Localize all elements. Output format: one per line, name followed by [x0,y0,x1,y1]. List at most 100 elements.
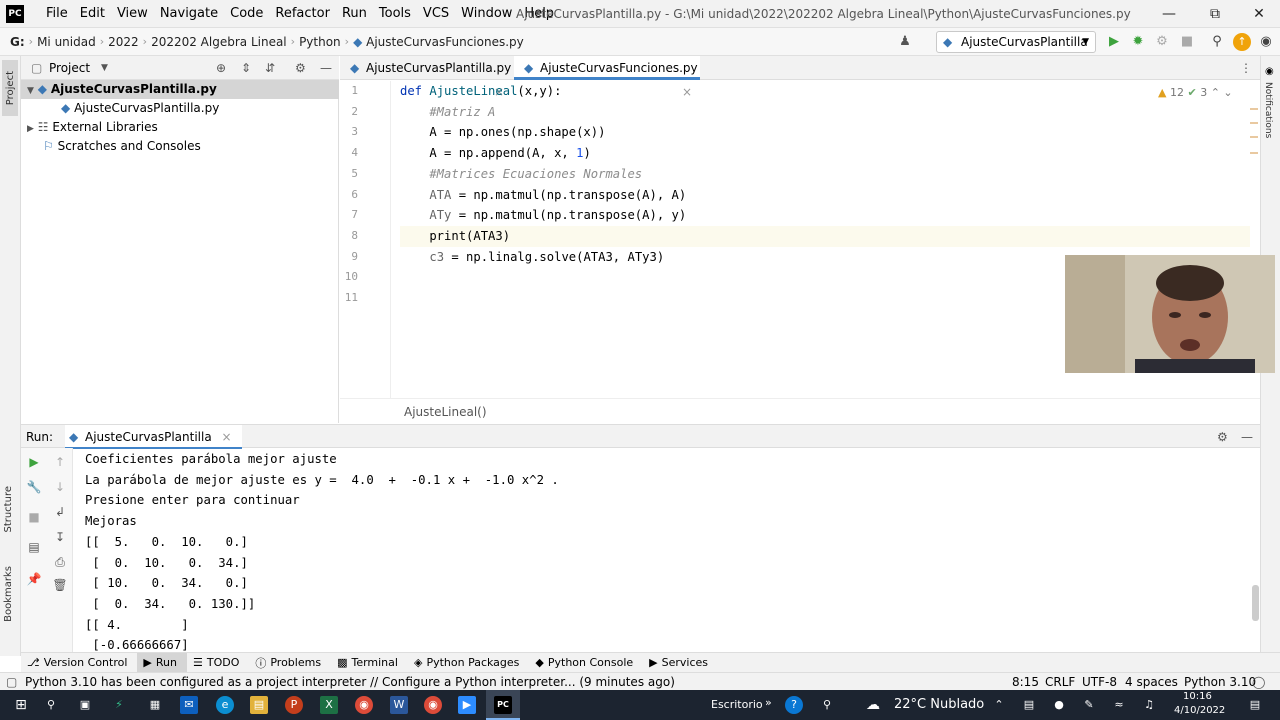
soft-wrap-icon[interactable]: ↲ [51,503,69,521]
search-icon[interactable]: ⚲ [42,696,60,714]
word-icon[interactable]: W [390,696,408,714]
down-arrow-icon[interactable]: ↓ [51,478,69,496]
desktop-label[interactable]: Escritorio [711,690,763,720]
tab-ajustecurvasplantilla[interactable]: ◆ AjusteCurvasPlantilla.py × [340,56,511,99]
crumb-algebra-lineal[interactable]: 202202 Algebra Lineal [147,35,291,49]
status-square-icon[interactable]: ▢ [6,673,17,691]
volume-icon[interactable]: ♫ [1140,696,1158,714]
tab-ajustecurvasfunciones[interactable]: ◆ AjusteCurvasFunciones.py × [514,56,700,99]
help-icon[interactable]: ? [785,696,803,714]
hide-icon[interactable]: — [1241,425,1253,449]
console-scrollbar[interactable] [1252,585,1259,621]
restore-button[interactable]: ⧉ [1192,0,1238,28]
crumb-file[interactable]: ◆ AjusteCurvasFunciones.py [349,35,528,49]
tree-item-scratches[interactable]: ⚐ Scratches and Consoles [43,137,201,156]
tree-item-root[interactable]: ▼ ◆ AjusteCurvasPlantilla.py [21,80,339,99]
app-icon[interactable]: ⚡ [110,696,128,714]
line-separator[interactable]: CRLF [1045,673,1075,691]
user-icon[interactable]: ♟ [896,33,914,51]
wifi-icon[interactable]: ≈ [1110,696,1128,714]
tool-project[interactable]: Project [2,60,18,116]
tool-structure[interactable]: Structure [3,486,14,546]
menu-view[interactable]: View [111,0,154,28]
stop-icon[interactable]: ■ [25,508,43,526]
run-config-tab[interactable]: ◆ AjusteCurvasPlantilla × [65,425,242,449]
crumb-drive[interactable]: G: [0,35,29,49]
chevron-up-icon[interactable]: ⌃ [1211,86,1220,99]
locate-icon[interactable]: ⊕ [216,56,226,80]
chevron-double-icon[interactable]: » [765,690,772,716]
people-icon[interactable]: ⚲ [818,696,836,714]
rerun-icon[interactable]: ▶ [25,453,43,471]
stop-icon[interactable]: ■ [1178,33,1196,51]
pycharm-taskbar-button[interactable]: PC [486,690,520,720]
tab-version-control[interactable]: ⎇ Version Control [21,653,137,673]
pin-icon[interactable]: 📌 [25,570,43,588]
interpreter[interactable]: Python 3.10 [1184,673,1256,691]
tab-run[interactable]: ▶ Run [137,652,187,673]
tab-python-console[interactable]: ◆ Python Console [529,653,643,673]
close-icon[interactable]: × [222,430,232,444]
chevron-down-icon[interactable]: ▼ [101,56,108,80]
tab-todo[interactable]: ☰ TODO [187,653,249,673]
tab-services[interactable]: ▶ Services [643,653,718,673]
menu-file[interactable]: File [40,0,74,28]
bell-icon[interactable]: ◉ [1265,66,1274,77]
edge-icon[interactable]: e [216,696,234,714]
mic-icon[interactable]: ● [1050,696,1068,714]
menu-edit[interactable]: Edit [74,0,111,28]
expand-all-icon[interactable]: ⇕ [241,56,251,80]
chevron-up-icon[interactable]: ⌃ [990,696,1008,714]
excel-icon[interactable]: X [320,696,338,714]
close-window-button[interactable]: ✕ [1236,0,1280,28]
menu-window[interactable]: Window [455,0,518,28]
collapse-all-icon[interactable]: ⇵ [265,56,275,80]
trash-icon[interactable]: 🗑 [51,576,69,594]
more-tabs-icon[interactable]: ⋮ [1240,56,1252,80]
tree-item-external-libraries[interactable]: ▶ ☷ External Libraries [27,118,158,137]
crumb-mi-unidad[interactable]: Mi unidad [33,35,100,49]
jetbrains-icon[interactable]: ◉ [1257,33,1275,51]
pen-icon[interactable]: ✎ [1080,696,1098,714]
editor-breadcrumb[interactable]: AjusteLineal() [340,398,1260,424]
wrench-icon[interactable]: 🔧 [25,478,43,496]
inspection-widget[interactable]: ▲ 12 ✔ 3 ⌃ ⌄ [1158,86,1233,99]
file-encoding[interactable]: UTF-8 [1082,673,1117,691]
debug-icon[interactable]: ✹ [1129,33,1147,51]
status-message[interactable]: Python 3.10 has been configured as a pro… [25,673,675,691]
tab-problems[interactable]: ⓘ Problems [249,653,331,673]
chrome-icon[interactable]: ◉ [424,696,442,714]
mail-icon[interactable]: ✉ [180,696,198,714]
search-icon[interactable]: ⚲ [1208,33,1226,51]
hide-icon[interactable]: — [320,56,332,80]
update-icon[interactable]: ↑ [1233,33,1251,51]
gear-icon[interactable]: ⚙ [1217,425,1228,449]
tab-python-packages[interactable]: ◈ Python Packages [408,653,529,673]
menu-run[interactable]: Run [336,0,373,28]
print-icon[interactable]: ⎙ [51,553,69,571]
windows-start-icon[interactable]: ⊞ [12,696,30,714]
tool-bookmarks[interactable]: Bookmarks [3,566,14,630]
console-output[interactable]: Coeficientes parábola mejor ajuste La pa… [85,449,1255,651]
task-view-icon[interactable]: ▣ [76,696,94,714]
tab-terminal[interactable]: ▩ Terminal [331,653,408,673]
minimize-button[interactable]: — [1146,0,1192,28]
network-icon[interactable]: ▤ [1020,696,1038,714]
lock-icon[interactable]: ◯ [1252,673,1265,691]
menu-vcs[interactable]: VCS [417,0,455,28]
coverage-icon[interactable]: ⚙ [1153,33,1171,51]
crumb-2022[interactable]: 2022 [104,35,143,49]
gear-icon[interactable]: ⚙ [295,56,306,80]
project-title[interactable]: Project [49,56,90,80]
caret-position[interactable]: 8:15 [1012,673,1039,691]
tree-item-file[interactable]: ◆ AjusteCurvasPlantilla.py [61,99,219,118]
up-arrow-icon[interactable]: ↑ [51,453,69,471]
notification-center-icon[interactable]: ▤ [1246,696,1264,714]
menu-refactor[interactable]: Refactor [269,0,336,28]
tool-notifications[interactable]: Notifications [1263,82,1273,172]
layout-icon[interactable]: ▤ [25,538,43,556]
menu-code[interactable]: Code [224,0,269,28]
menu-navigate[interactable]: Navigate [154,0,224,28]
clock-date[interactable]: 4/10/2022 [1174,705,1225,716]
chrome-icon[interactable]: ◉ [355,696,373,714]
